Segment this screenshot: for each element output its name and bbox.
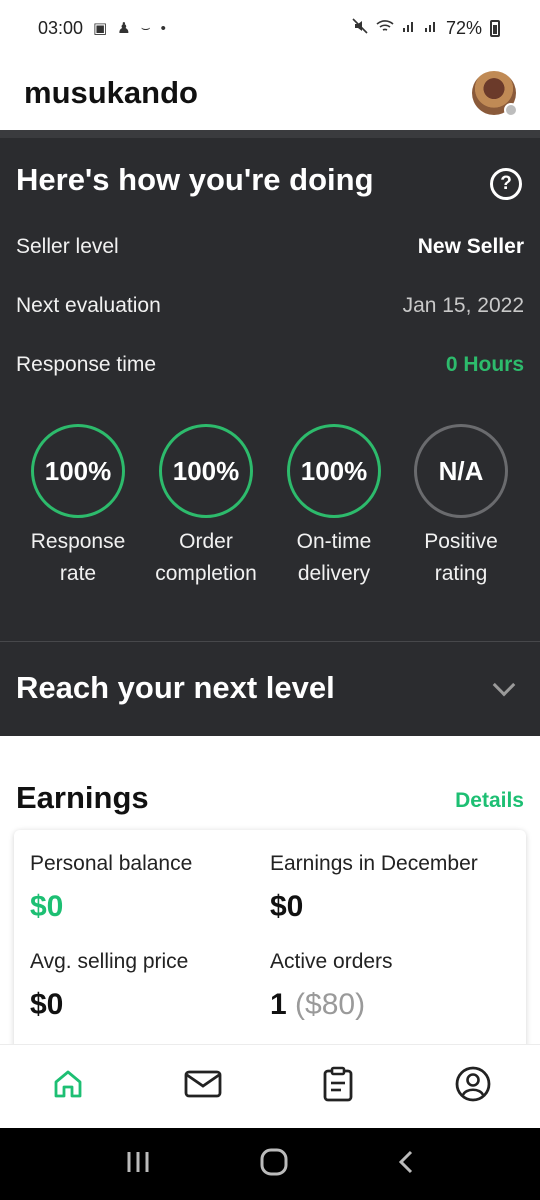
metrics-row: 100% Response rate 100% Order completion… <box>0 424 540 594</box>
avg-price-value: $0 <box>30 988 64 1021</box>
earnings-heading: Earnings <box>16 780 149 815</box>
avatar[interactable] <box>472 71 518 117</box>
metric-caption-line: delivery <box>297 562 371 585</box>
online-status-dot <box>504 103 518 117</box>
status-time: 03:00 <box>38 17 84 38</box>
response-time-label: Response time <box>16 353 157 376</box>
metric-caption-line: completion <box>155 562 257 585</box>
help-icon[interactable]: ? <box>490 168 522 200</box>
metric-caption-line: Response <box>30 530 126 553</box>
app-bar: musukando <box>0 56 540 130</box>
back-icon[interactable] <box>396 1149 416 1180</box>
metric-response-rate[interactable]: 100% Response rate <box>14 424 142 590</box>
wifi-icon <box>376 19 394 37</box>
panel-top-shadow <box>0 130 540 138</box>
metric-ring: 100% <box>31 424 125 518</box>
signal-icon <box>424 19 438 37</box>
month-earnings-value: $0 <box>270 890 304 923</box>
response-time-row: Response time 0 Hours <box>16 353 524 377</box>
metric-on-time-delivery[interactable]: 100% On-time delivery <box>270 424 398 590</box>
metric-caption-line: Positive <box>424 530 498 553</box>
seller-level-value: New Seller <box>417 235 524 258</box>
metric-ring: N/A <box>414 424 508 518</box>
active-orders-value: 1 ($80) <box>270 988 393 1022</box>
mute-icon <box>352 18 368 38</box>
personal-balance-cell: Personal balance $0 <box>30 852 192 924</box>
status-bar: 03:00 ▣ ♟ ⌣ • 72% <box>0 0 540 56</box>
seller-level-label: Seller level <box>16 235 119 258</box>
chevron-down-icon[interactable] <box>492 673 516 697</box>
battery-icon <box>490 19 500 37</box>
metric-caption: Order completion <box>142 526 270 590</box>
active-orders-count: 1 <box>270 988 287 1021</box>
next-level-toggle[interactable]: Reach your next level <box>16 670 335 706</box>
next-evaluation-row: Next evaluation Jan 15, 2022 <box>16 294 524 318</box>
recent-apps-icon[interactable] <box>124 1150 152 1179</box>
metric-order-completion[interactable]: 100% Order completion <box>142 424 270 590</box>
avg-price-label: Avg. selling price <box>30 950 189 973</box>
dot-icon: • <box>160 19 166 37</box>
performance-panel: Here's how you're doing ? Seller level N… <box>0 130 540 736</box>
metric-caption-line: rate <box>59 562 97 585</box>
next-evaluation-label: Next evaluation <box>16 294 161 317</box>
orders-icon <box>322 1066 354 1107</box>
home-icon <box>51 1067 85 1106</box>
signal-icon <box>402 19 416 37</box>
response-time-value: 0 Hours <box>445 353 524 376</box>
username-title: musukando <box>24 75 198 110</box>
system-nav-bar <box>0 1128 540 1200</box>
nav-inbox[interactable] <box>135 1045 270 1128</box>
personal-balance-label: Personal balance <box>30 852 193 875</box>
metric-ring: 100% <box>159 424 253 518</box>
home-button-icon[interactable] <box>259 1147 289 1182</box>
earnings-card[interactable]: Personal balance $0 Earnings in December… <box>14 830 526 1060</box>
profile-icon <box>455 1066 491 1107</box>
nav-home[interactable] <box>0 1045 135 1128</box>
battery-percent: 72% <box>445 17 482 38</box>
month-earnings-cell: Earnings in December $0 <box>270 852 478 924</box>
amazon-smile-icon: ⌣ <box>140 19 151 37</box>
metric-caption-line: On-time <box>296 530 372 553</box>
inbox-icon <box>184 1069 222 1104</box>
avg-price-cell: Avg. selling price $0 <box>30 950 188 1022</box>
metric-caption: On-time delivery <box>270 526 398 590</box>
image-icon: ▣ <box>93 20 108 37</box>
active-orders-amount: ($80) <box>295 988 366 1021</box>
divider <box>0 641 540 642</box>
bottom-nav <box>0 1044 540 1128</box>
personal-balance-value: $0 <box>30 890 64 923</box>
metric-caption-line: rating <box>434 562 488 585</box>
seller-level-row: Seller level New Seller <box>16 235 524 259</box>
next-evaluation-value: Jan 15, 2022 <box>402 294 524 317</box>
metric-positive-rating[interactable]: N/A Positive rating <box>397 424 525 590</box>
nav-profile[interactable] <box>405 1045 540 1128</box>
metric-caption-line: Order <box>179 530 233 553</box>
active-orders-label: Active orders <box>270 950 393 973</box>
active-orders-cell: Active orders 1 ($80) <box>270 950 393 1022</box>
performance-heading: Here's how you're doing <box>16 162 374 197</box>
metric-caption: Response rate <box>14 526 142 590</box>
metric-caption: Positive rating <box>397 526 525 590</box>
nav-orders[interactable] <box>270 1045 405 1128</box>
earnings-details-link[interactable]: Details <box>455 789 524 813</box>
month-earnings-label: Earnings in December <box>270 852 478 875</box>
accessibility-icon: ♟ <box>117 20 131 37</box>
metric-ring: 100% <box>287 424 381 518</box>
